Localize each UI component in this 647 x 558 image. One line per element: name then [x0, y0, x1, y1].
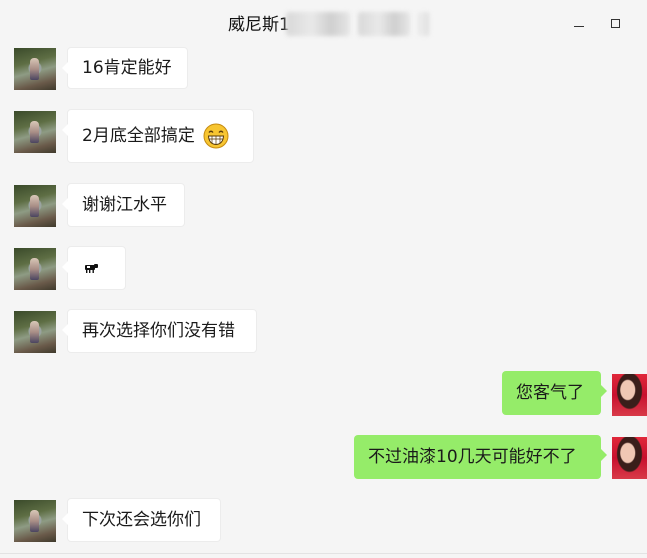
- message-text: 您客气了: [516, 383, 584, 403]
- contact-avatar[interactable]: [14, 111, 56, 153]
- received-message[interactable]: 2月底全部搞定: [62, 109, 254, 163]
- user-avatar[interactable]: [612, 374, 647, 416]
- input-divider: [0, 553, 647, 554]
- grinning-face-icon: [203, 123, 229, 149]
- received-message[interactable]: 再次选择你们没有错: [62, 309, 257, 353]
- message-text: 2月底全部搞定: [82, 126, 195, 146]
- user-avatar[interactable]: [612, 437, 647, 479]
- message-text: 下次还会选你们: [82, 510, 201, 530]
- message-list[interactable]: 16肯定能好 2月底全部搞定 谢谢江水平 再次选择你们没有错 您客气了 不过油漆…: [0, 0, 647, 558]
- sent-message[interactable]: 您客气了: [502, 371, 607, 415]
- message-text: 谢谢江水平: [82, 195, 167, 215]
- cow-icon: [85, 264, 98, 273]
- received-message[interactable]: 下次还会选你们: [62, 498, 221, 542]
- message-text: 再次选择你们没有错: [82, 321, 235, 341]
- received-message[interactable]: 16肯定能好: [62, 47, 188, 89]
- contact-avatar[interactable]: [14, 185, 56, 227]
- message-text: 不过油漆10几天可能好不了: [368, 447, 577, 467]
- contact-avatar[interactable]: [14, 500, 56, 542]
- contact-avatar[interactable]: [14, 248, 56, 290]
- received-message[interactable]: [62, 246, 126, 290]
- received-message[interactable]: 谢谢江水平: [62, 183, 185, 227]
- message-text: 16肯定能好: [82, 58, 172, 78]
- sent-message[interactable]: 不过油漆10几天可能好不了: [354, 435, 607, 479]
- contact-avatar[interactable]: [14, 311, 56, 353]
- contact-avatar[interactable]: [14, 48, 56, 90]
